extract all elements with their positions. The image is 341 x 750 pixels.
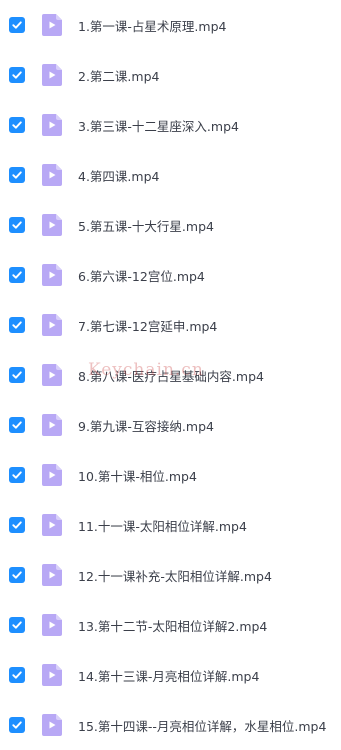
checkmark-icon: [12, 121, 22, 129]
file-name[interactable]: 6.第六课-12宫位.mp4: [78, 266, 205, 285]
checkmark-icon: [12, 271, 22, 279]
row-checkbox[interactable]: [9, 517, 25, 533]
video-file-icon: [42, 14, 62, 36]
checkmark-icon: [12, 21, 22, 29]
file-row[interactable]: 11.十一课-太阳相位详解.mp4: [0, 500, 341, 550]
checkmark-icon: [12, 571, 22, 579]
file-name[interactable]: 12.十一课补充-太阳相位详解.mp4: [78, 566, 272, 585]
file-name[interactable]: 9.第九课-互容接纳.mp4: [78, 416, 214, 435]
row-checkbox[interactable]: [9, 167, 25, 183]
row-checkbox[interactable]: [9, 267, 25, 283]
row-checkbox[interactable]: [9, 417, 25, 433]
video-file-icon: [42, 614, 62, 636]
video-file-icon: [42, 214, 62, 236]
file-row[interactable]: 1.第一课-占星术原理.mp4: [0, 0, 341, 50]
video-file-icon: [42, 514, 62, 536]
file-name[interactable]: 3.第三课-十二星座深入.mp4: [78, 116, 239, 135]
video-file-icon: [42, 264, 62, 286]
checkmark-icon: [12, 371, 22, 379]
row-checkbox[interactable]: [9, 317, 25, 333]
row-checkbox[interactable]: [9, 617, 25, 633]
row-checkbox[interactable]: [9, 17, 25, 33]
video-file-icon: [42, 464, 62, 486]
file-name[interactable]: 2.第二课.mp4: [78, 66, 159, 85]
row-checkbox[interactable]: [9, 717, 25, 733]
file-name[interactable]: 10.第十课-相位.mp4: [78, 466, 197, 485]
checkmark-icon: [12, 471, 22, 479]
file-name[interactable]: 13.第十二节-太阳相位详解2.mp4: [78, 616, 267, 635]
checkmark-icon: [12, 321, 22, 329]
row-checkbox[interactable]: [9, 367, 25, 383]
row-checkbox[interactable]: [9, 217, 25, 233]
checkmark-icon: [12, 721, 22, 729]
file-row[interactable]: 5.第五课-十大行星.mp4: [0, 200, 341, 250]
file-name[interactable]: 5.第五课-十大行星.mp4: [78, 216, 214, 235]
file-row[interactable]: 12.十一课补充-太阳相位详解.mp4: [0, 550, 341, 600]
checkmark-icon: [12, 71, 22, 79]
row-checkbox[interactable]: [9, 67, 25, 83]
file-row[interactable]: 13.第十二节-太阳相位详解2.mp4: [0, 600, 341, 650]
row-checkbox[interactable]: [9, 467, 25, 483]
file-name[interactable]: 11.十一课-太阳相位详解.mp4: [78, 516, 247, 535]
video-file-icon: [42, 714, 62, 736]
file-name[interactable]: 14.第十三课-月亮相位详解.mp4: [78, 666, 259, 685]
checkmark-icon: [12, 171, 22, 179]
file-name[interactable]: 4.第四课.mp4: [78, 166, 159, 185]
file-row[interactable]: 8.第八课-医疗占星基础内容.mp4: [0, 350, 341, 400]
file-row[interactable]: 3.第三课-十二星座深入.mp4: [0, 100, 341, 150]
file-row[interactable]: 14.第十三课-月亮相位详解.mp4: [0, 650, 341, 700]
video-file-icon: [42, 564, 62, 586]
file-row[interactable]: 7.第七课-12宫延申.mp4: [0, 300, 341, 350]
video-file-icon: [42, 664, 62, 686]
file-row[interactable]: 4.第四课.mp4: [0, 150, 341, 200]
file-row[interactable]: 9.第九课-互容接纳.mp4: [0, 400, 341, 450]
checkmark-icon: [12, 221, 22, 229]
file-row[interactable]: 10.第十课-相位.mp4: [0, 450, 341, 500]
video-file-icon: [42, 364, 62, 386]
video-file-icon: [42, 164, 62, 186]
video-file-icon: [42, 314, 62, 336]
row-checkbox[interactable]: [9, 117, 25, 133]
video-file-icon: [42, 414, 62, 436]
file-name[interactable]: 8.第八课-医疗占星基础内容.mp4: [78, 366, 264, 385]
video-file-icon: [42, 114, 62, 136]
file-row[interactable]: 6.第六课-12宫位.mp4: [0, 250, 341, 300]
row-checkbox[interactable]: [9, 667, 25, 683]
checkmark-icon: [12, 421, 22, 429]
file-name[interactable]: 15.第十四课--月亮相位详解，水星相位.mp4: [78, 716, 326, 735]
checkmark-icon: [12, 521, 22, 529]
file-list: 1.第一课-占星术原理.mp4 2.第二课.mp4 3.第三课-十二星座深入.mp4…: [0, 0, 341, 743]
file-name[interactable]: 7.第七课-12宫延申.mp4: [78, 316, 217, 335]
file-row[interactable]: 2.第二课.mp4: [0, 50, 341, 100]
row-checkbox[interactable]: [9, 567, 25, 583]
video-file-icon: [42, 64, 62, 86]
checkmark-icon: [12, 671, 22, 679]
checkmark-icon: [12, 621, 22, 629]
file-name[interactable]: 1.第一课-占星术原理.mp4: [78, 16, 226, 35]
